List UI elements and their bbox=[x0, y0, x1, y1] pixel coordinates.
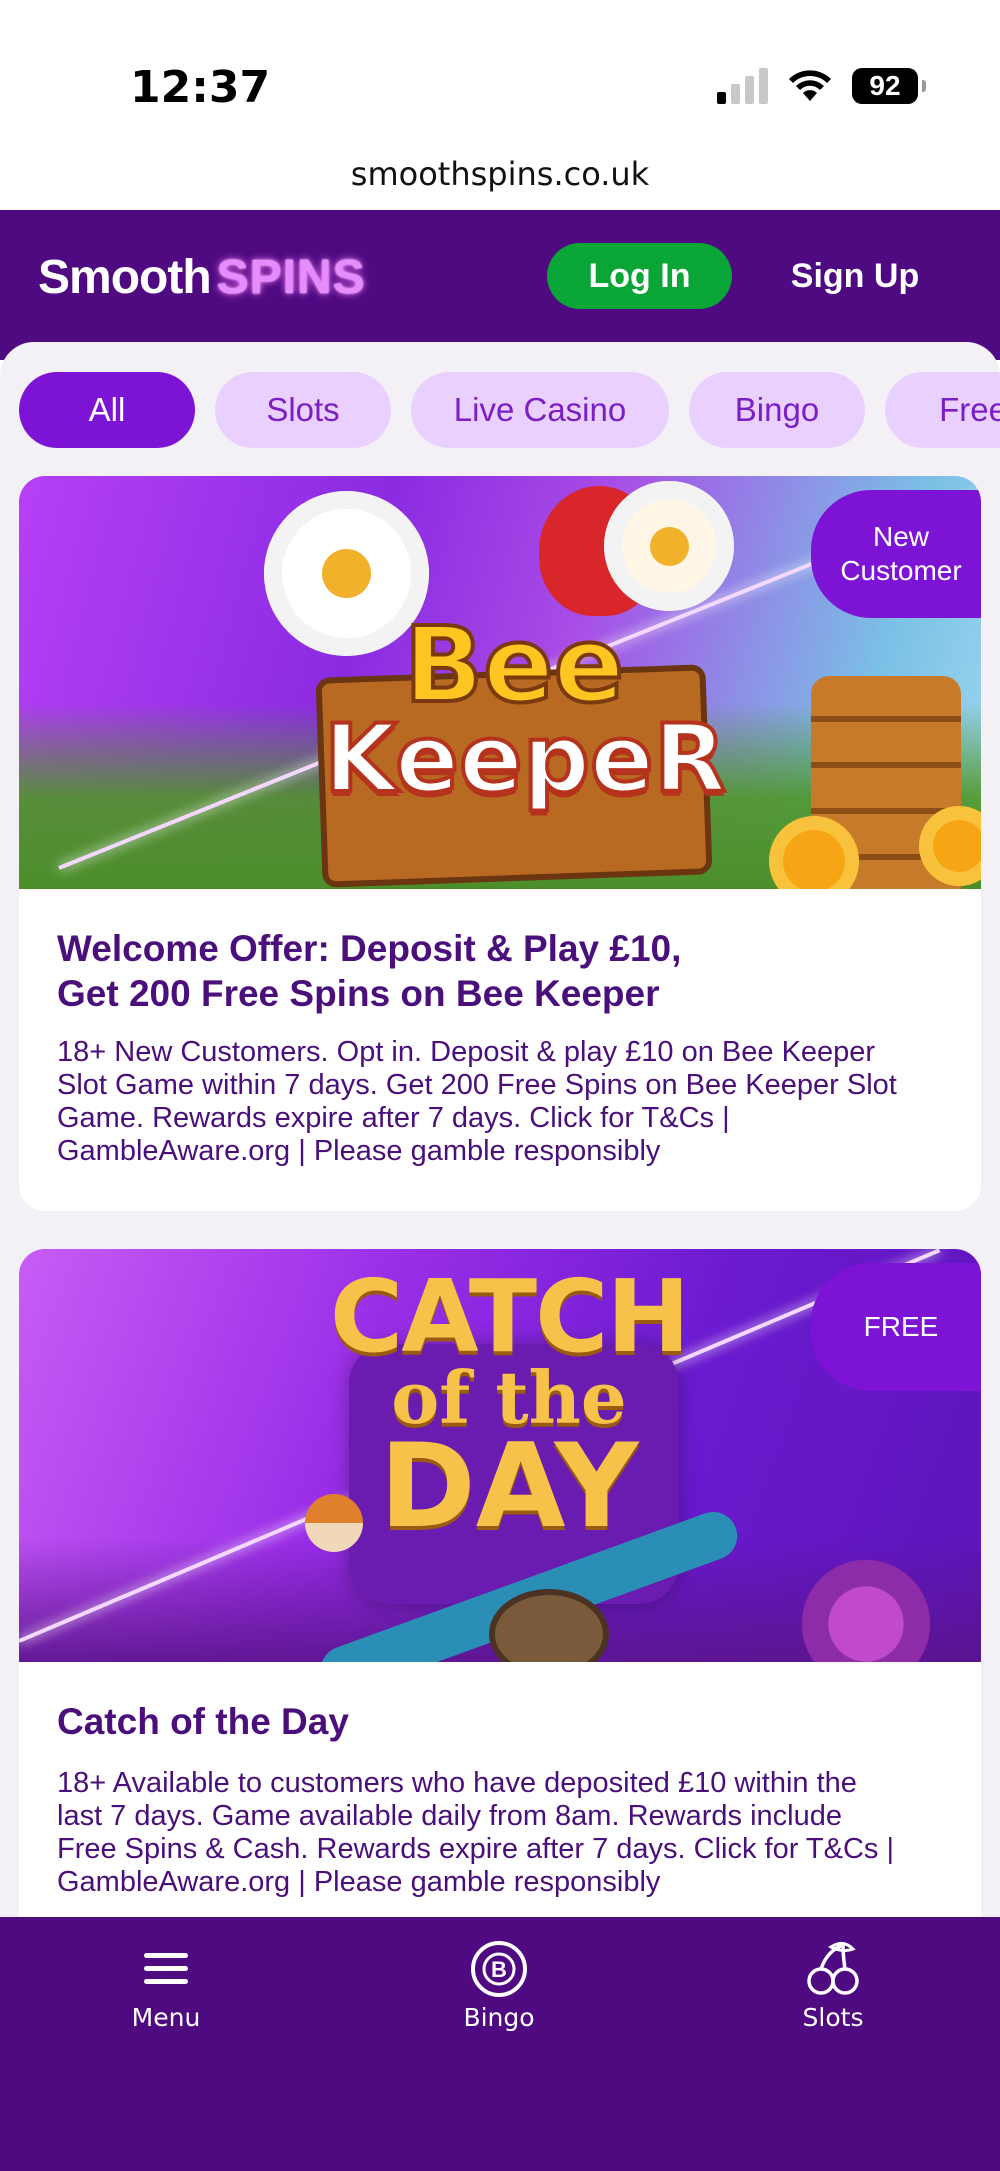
cherries-icon bbox=[807, 1942, 859, 1995]
catch-of-the-day-banner[interactable]: CATCH of the DAY FREE bbox=[19, 1249, 981, 1662]
terms-line4: GambleAware.org | Please gamble responsi… bbox=[57, 1866, 661, 1899]
terms-line1: 18+ New Customers. Opt in. Deposit & pla… bbox=[57, 1036, 876, 1068]
terms-line2: Slot Game within 7 days. Get 200 Free Sp… bbox=[57, 1069, 897, 1102]
nav-slots[interactable]: Slots bbox=[753, 1939, 913, 2032]
login-button[interactable]: Log In bbox=[547, 243, 732, 309]
battery-icon: 92 bbox=[852, 68, 926, 104]
tab-free[interactable]: Free bbox=[885, 372, 1000, 448]
promo-terms: 18+ New Customers. Opt in. Deposit & pla… bbox=[57, 1036, 957, 1168]
terms-line2: last 7 days. Game available daily from 8… bbox=[57, 1800, 842, 1833]
new-customer-badge: New Customer bbox=[811, 490, 981, 618]
game-logo-line1: Bee bbox=[402, 604, 626, 726]
game-logo-line1: CATCH bbox=[329, 1258, 690, 1375]
badge-line1: FREE bbox=[863, 1311, 939, 1343]
promo-title-line1: Welcome Offer: Deposit & Play £10, bbox=[57, 928, 682, 969]
wifi-icon bbox=[789, 70, 831, 101]
nav-menu[interactable]: Menu bbox=[86, 1939, 246, 2032]
catch-of-the-day-game-logo: CATCH of the DAY bbox=[319, 1258, 699, 1555]
tab-live-casino[interactable]: Live Casino bbox=[411, 372, 669, 448]
cellular-signal-icon bbox=[717, 68, 768, 104]
terms-line1: 18+ Available to customers who have depo… bbox=[57, 1767, 857, 1799]
game-logo-line2: KeepeR bbox=[322, 704, 728, 814]
status-time: 12:37 bbox=[130, 62, 271, 113]
nav-slots-label: Slots bbox=[802, 2003, 864, 2032]
promo-title[interactable]: Welcome Offer: Deposit & Play £10, Get 2… bbox=[57, 926, 937, 1016]
promo-card-bee-keeper[interactable]: Bee KeepeR New Customer Welcome Offer: D… bbox=[19, 476, 981, 1211]
status-bar: 12:37 92 smoothspins.co.uk bbox=[0, 0, 1000, 193]
bingo-ball-icon: B bbox=[471, 1941, 527, 1997]
promo-card-catch-of-the-day[interactable]: CATCH of the DAY FREE Catch of the Day 1… bbox=[19, 1249, 981, 1922]
promo-title[interactable]: Catch of the Day bbox=[57, 1699, 937, 1744]
url-bar[interactable]: smoothspins.co.uk bbox=[0, 155, 1000, 193]
signup-button[interactable]: Sign Up bbox=[770, 243, 940, 309]
svg-text:B: B bbox=[491, 1957, 507, 1982]
terms-line3: Game. Rewards expire after 7 days. Click… bbox=[57, 1102, 730, 1135]
site-header: Smooth SPINS Log In Sign Up bbox=[0, 210, 1000, 360]
logo-word-spins: SPINS bbox=[216, 251, 366, 304]
nav-bingo[interactable]: B Bingo bbox=[419, 1939, 579, 2032]
terms-line3: Free Spins & Cash. Rewards expire after … bbox=[57, 1833, 895, 1866]
smooth-spins-logo[interactable]: Smooth SPINS bbox=[38, 250, 366, 305]
tab-all[interactable]: All bbox=[19, 372, 195, 448]
menu-icon bbox=[144, 1953, 188, 1984]
terms-line4: GambleAware.org | Please gamble responsi… bbox=[57, 1135, 661, 1168]
game-logo-line3: DAY bbox=[379, 1419, 639, 1555]
badge-line2: Customer bbox=[840, 555, 962, 586]
badge-line1: New bbox=[872, 521, 929, 553]
logo-word-smooth: Smooth bbox=[38, 251, 212, 304]
nav-menu-label: Menu bbox=[131, 2003, 201, 2032]
free-badge: FREE bbox=[811, 1263, 981, 1391]
tab-slots[interactable]: Slots bbox=[215, 372, 391, 448]
tab-bingo[interactable]: Bingo bbox=[689, 372, 865, 448]
main-content: All Slots Live Casino Bingo Free Bee Kee… bbox=[0, 342, 1000, 1922]
bee-keeper-game-logo: Bee KeepeR bbox=[322, 604, 728, 814]
system-icons: 92 bbox=[717, 68, 926, 104]
bottom-navigation: Menu B Bingo Slots bbox=[0, 1917, 1000, 2171]
coral-graphic bbox=[791, 1549, 941, 1662]
blossom-graphic bbox=[604, 481, 734, 611]
promo-terms: 18+ Available to customers who have depo… bbox=[57, 1767, 957, 1899]
category-tabs: All Slots Live Casino Bingo Free bbox=[19, 372, 1000, 448]
bee-keeper-banner[interactable]: Bee KeepeR New Customer bbox=[19, 476, 981, 889]
promo-title-line2: Get 200 Free Spins on Bee Keeper bbox=[57, 973, 660, 1015]
nav-bingo-label: Bingo bbox=[463, 2003, 535, 2032]
